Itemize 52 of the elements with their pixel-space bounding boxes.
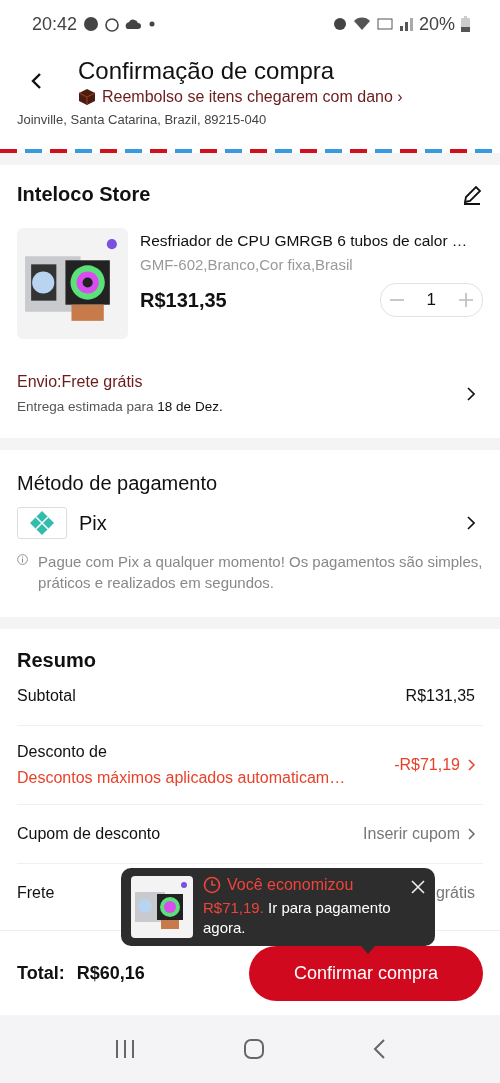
wifi-icon <box>352 17 371 31</box>
product-price: R$131,35 <box>140 288 227 312</box>
summary-label: Frete <box>17 884 55 902</box>
product-variant: GMF-602,Branco,Cor fixa,Brasil <box>140 256 354 273</box>
chevron-right-icon <box>467 516 475 530</box>
product-title: Resfriador de CPU GMRGB 6 tubos de calor … <box>140 232 469 250</box>
status-time: 20:42 <box>32 13 78 35</box>
summary-value: R$131,35 <box>405 687 475 705</box>
home-icon[interactable] <box>243 1038 265 1060</box>
edit-icon[interactable] <box>461 183 483 206</box>
dot-icon <box>149 21 156 27</box>
chevron-right-icon <box>467 386 475 401</box>
payment-method-name: Pix <box>79 511 107 535</box>
page-title: Confirmação de compra <box>78 56 336 85</box>
payment-method-row[interactable]: Pix <box>17 507 483 539</box>
summary-value[interactable]: -R$71,19 <box>394 756 460 774</box>
summary-value: grátis <box>435 884 475 902</box>
refund-link[interactable]: Reembolso se itens chegarem com dano › <box>102 87 403 106</box>
toast-headline: Você economizou <box>227 876 354 894</box>
summary-label: Subtotal <box>17 687 76 705</box>
address-text: Joinville, Santa Catarina, Brazil, 89215-040 <box>17 112 267 127</box>
battery-percent: 20% <box>418 13 455 35</box>
shipping-label: Envio:Frete grátis <box>17 373 143 391</box>
cloud-icon <box>125 18 144 30</box>
quantity-value: 1 <box>426 290 436 310</box>
toast-message[interactable]: R$71,19. Ir para pagamento agora. <box>203 898 409 938</box>
chevron-right-icon <box>468 828 475 840</box>
clock-icon <box>203 876 221 894</box>
shipping-row[interactable]: Envio:Frete grátis Entrega estimada para 18 de Dez. <box>17 373 483 414</box>
notification-circle-icon <box>83 16 100 32</box>
close-icon[interactable] <box>411 880 425 894</box>
delivery-estimate: Entrega estimada para 18 de Dez. <box>17 399 223 414</box>
total-amount: R$60,16 <box>76 962 145 984</box>
store-name: Inteloco Store <box>17 183 151 206</box>
notification-ring-icon <box>105 16 120 32</box>
info-icon <box>17 551 29 568</box>
discount-detail: Descontos máximos aplicados automaticam… <box>17 769 346 787</box>
summary-label: Cupom de desconto <box>17 825 161 843</box>
section-title: Resumo <box>17 649 96 671</box>
summary-value[interactable]: Inserir cupom <box>363 825 460 843</box>
pix-icon <box>29 510 55 536</box>
payment-note: Pague com Pix a qualquer momento! Os pagamentos são simples, práticos e realizados em segundos. <box>38 552 483 593</box>
box-icon <box>78 87 96 106</box>
chevron-right-icon <box>468 759 475 771</box>
signal-icon <box>398 17 413 31</box>
back-icon[interactable] <box>30 72 42 90</box>
section-title: Método de pagamento <box>17 472 218 494</box>
recent-apps-icon[interactable] <box>113 1038 136 1060</box>
confirm-purchase-button[interactable]: Confirmar compra <box>249 945 483 1001</box>
battery-icon <box>461 16 470 32</box>
total-label: Total: <box>17 962 65 984</box>
summary-label: Desconto de <box>17 743 107 761</box>
